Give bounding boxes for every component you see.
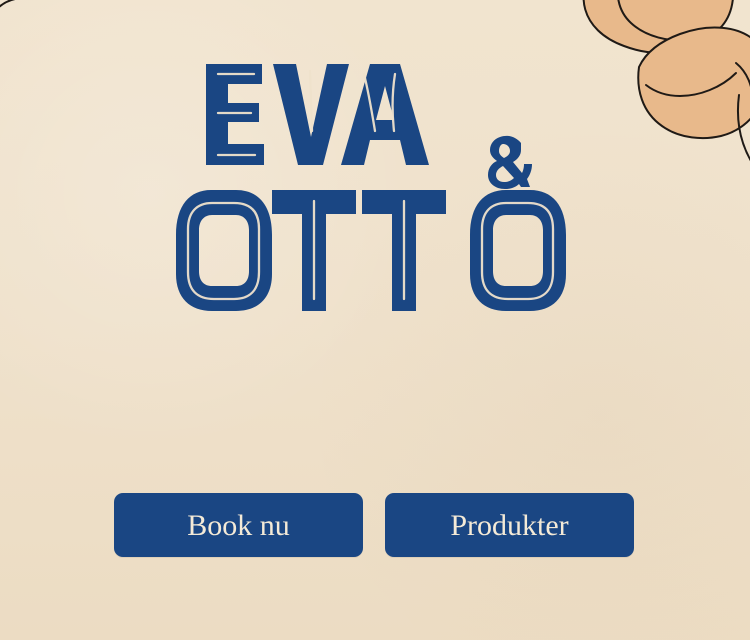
products-button[interactable]: Produkter: [385, 493, 634, 557]
illustration-leaves-icon: [570, 0, 750, 212]
book-now-button[interactable]: Book nu: [114, 493, 363, 557]
brand-logo: [170, 52, 580, 317]
hero-page: Book nu Produkter: [0, 0, 750, 640]
decorative-shape-icon: [0, 0, 32, 30]
